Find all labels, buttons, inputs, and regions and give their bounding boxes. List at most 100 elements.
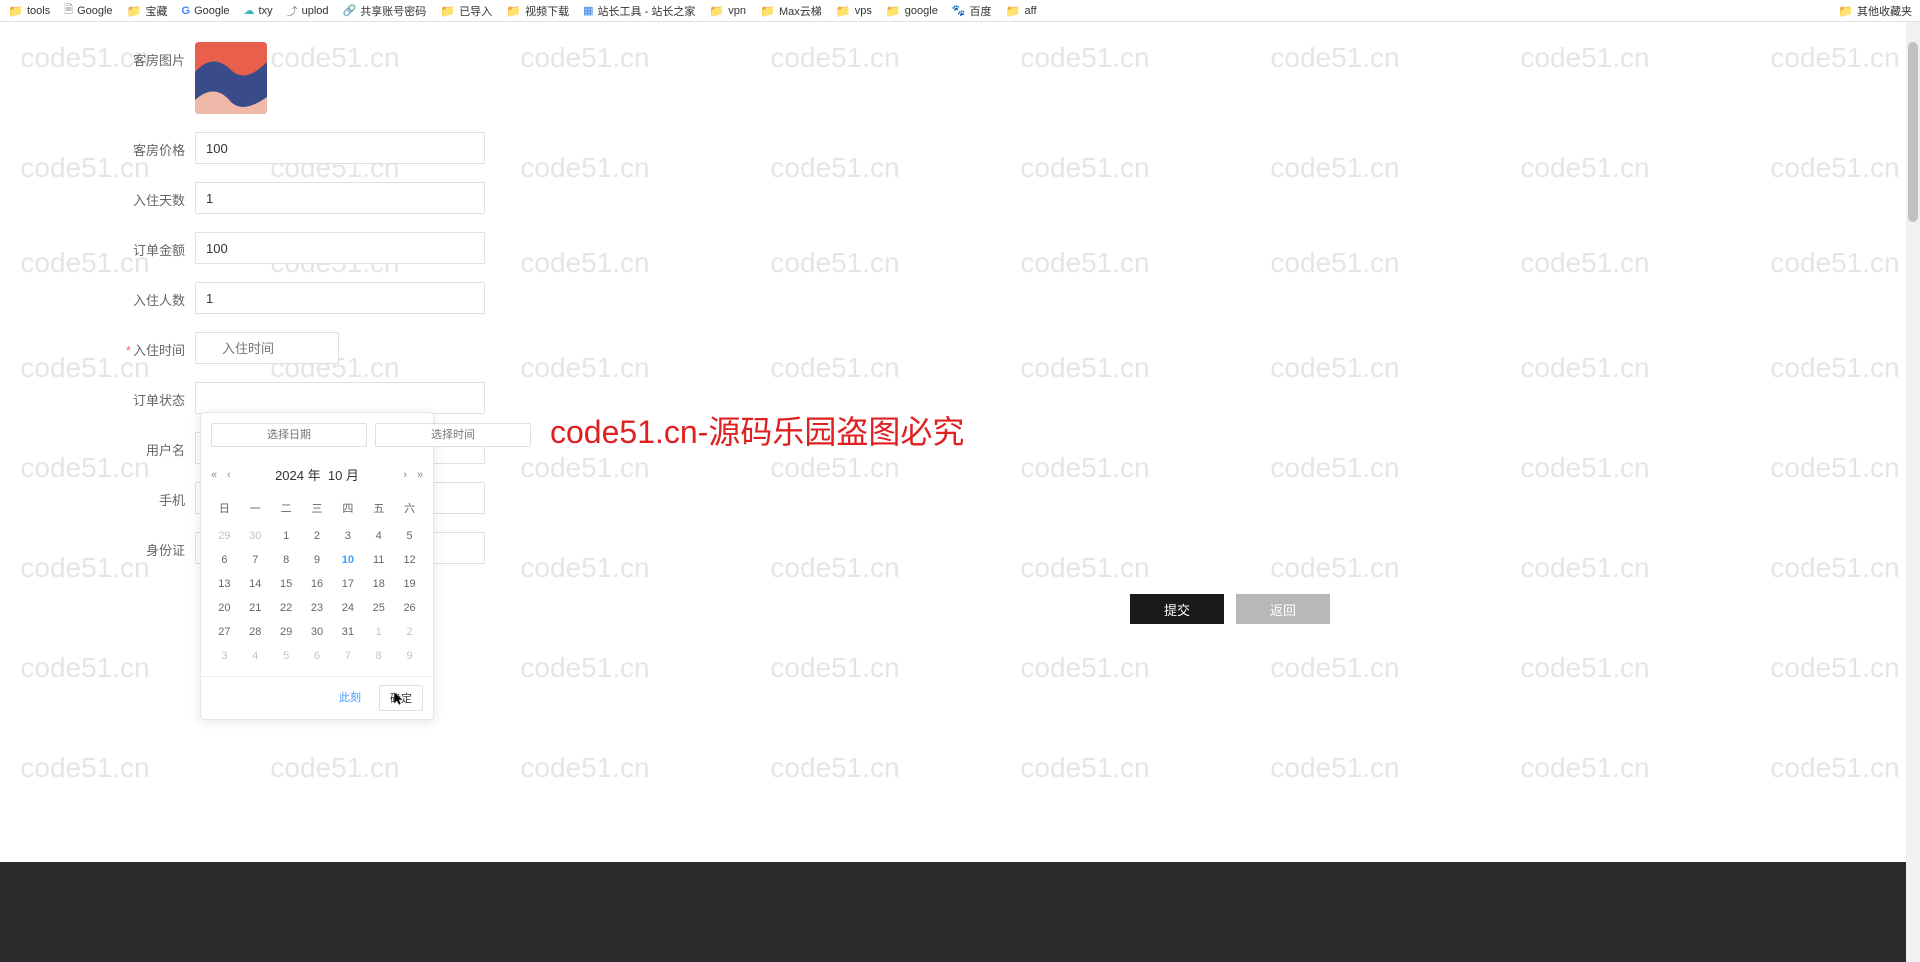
bookmark-item[interactable]: 📁Max云梯 [760, 1, 822, 20]
calendar-day[interactable]: 4 [363, 524, 394, 548]
calendar-day[interactable]: 28 [240, 620, 271, 644]
calendar-day[interactable]: 14 [240, 572, 271, 596]
calendar-day[interactable]: 20 [209, 596, 240, 620]
amount-label: 订单金额 [0, 232, 195, 259]
datepicker-time-field[interactable] [375, 423, 531, 447]
calendar-day[interactable]: 30 [240, 524, 271, 548]
calendar-day[interactable]: 26 [394, 596, 425, 620]
status-label: 订单状态 [0, 382, 195, 409]
calendar-day[interactable]: 7 [240, 548, 271, 572]
days-input[interactable] [195, 182, 485, 214]
people-input[interactable] [195, 282, 485, 314]
calendar-day[interactable]: 24 [332, 596, 363, 620]
calendar-day[interactable]: 10 [332, 548, 363, 572]
calendar-day[interactable]: 25 [363, 596, 394, 620]
calendar-day[interactable]: 15 [271, 572, 302, 596]
calendar-day[interactable]: 27 [209, 620, 240, 644]
next-year-icon[interactable]: » [417, 469, 423, 481]
calendar-day[interactable]: 18 [363, 572, 394, 596]
bookmark-item[interactable]: ☁txy [244, 1, 273, 20]
weekday-label: 一 [240, 496, 271, 520]
status-input[interactable] [195, 382, 485, 414]
calendar-day[interactable]: 19 [394, 572, 425, 596]
bookmark-item[interactable]: GGoogle [182, 1, 230, 20]
datepicker-weekdays: 日一二三四五六 [201, 492, 433, 524]
datepicker-title: 2024 年 10 月 [275, 465, 359, 484]
bookmark-item[interactable]: ⤴uplod [287, 1, 329, 20]
checkin-label: 入住时间 [0, 332, 195, 359]
calendar-day[interactable]: 31 [332, 620, 363, 644]
back-button[interactable]: 返回 [1236, 594, 1330, 624]
submit-button[interactable]: 提交 [1130, 594, 1224, 624]
calendar-day[interactable]: 5 [271, 644, 302, 668]
room-image-thumbnail[interactable] [195, 42, 267, 114]
calendar-day[interactable]: 12 [394, 548, 425, 572]
calendar-day[interactable]: 7 [332, 644, 363, 668]
bookmark-item[interactable]: 📁tools [8, 1, 50, 20]
datepicker-ok-button[interactable]: 确定 [379, 685, 423, 711]
calendar-day[interactable]: 1 [363, 620, 394, 644]
calendar-day[interactable]: 6 [302, 644, 333, 668]
calendar-day[interactable]: 21 [240, 596, 271, 620]
calendar-day[interactable]: 17 [332, 572, 363, 596]
calendar-day[interactable]: 2 [394, 620, 425, 644]
bookmark-item[interactable]: 📁google [886, 1, 938, 20]
calendar-day[interactable]: 1 [271, 524, 302, 548]
calendar-day[interactable]: 3 [332, 524, 363, 548]
calendar-day[interactable]: 29 [209, 524, 240, 548]
calendar-day[interactable]: 8 [363, 644, 394, 668]
bookmark-item[interactable]: 🐾百度 [952, 1, 992, 20]
calendar-day[interactable]: 16 [302, 572, 333, 596]
calendar-day[interactable]: 9 [394, 644, 425, 668]
page-footer [0, 862, 1906, 962]
weekday-label: 日 [209, 496, 240, 520]
calendar-day[interactable]: 30 [302, 620, 333, 644]
weekday-label: 六 [394, 496, 425, 520]
datepicker-date-field[interactable] [211, 423, 367, 447]
price-label: 客房价格 [0, 132, 195, 159]
prev-year-icon[interactable]: « [211, 469, 217, 481]
calendar-day[interactable]: 13 [209, 572, 240, 596]
calendar-day[interactable]: 4 [240, 644, 271, 668]
room-image-label: 客房图片 [0, 42, 195, 69]
people-label: 入住人数 [0, 282, 195, 309]
price-input[interactable] [195, 132, 485, 164]
prev-month-icon[interactable]: ‹ [227, 469, 231, 481]
calendar-day[interactable]: 29 [271, 620, 302, 644]
datepicker-days-grid: 2930123456789101112131415161718192021222… [201, 524, 433, 676]
bookmarks-bar: 📁tools 🗎Google 📁宝藏 GGoogle ☁txy ⤴uplod 🔗共享账号密码… [0, 0, 1920, 22]
bookmark-item[interactable]: ▦站长工具 - 站长之家 [583, 1, 695, 20]
idcard-label: 身份证 [0, 532, 195, 559]
calendar-day[interactable]: 6 [209, 548, 240, 572]
username-label: 用户名 [0, 432, 195, 459]
image-placeholder-icon [195, 42, 267, 114]
bookmark-item[interactable]: 🔗共享账号密码 [343, 1, 427, 20]
calendar-day[interactable]: 5 [394, 524, 425, 548]
calendar-day[interactable]: 11 [363, 548, 394, 572]
bookmark-item[interactable]: 📁其他收藏夹 [1838, 3, 1912, 19]
calendar-day[interactable]: 23 [302, 596, 333, 620]
bookmark-item[interactable]: 📁vps [836, 1, 872, 20]
calendar-day[interactable]: 2 [302, 524, 333, 548]
calendar-day[interactable]: 3 [209, 644, 240, 668]
calendar-day[interactable]: 22 [271, 596, 302, 620]
weekday-label: 二 [271, 496, 302, 520]
calendar-day[interactable]: 9 [302, 548, 333, 572]
days-label: 入住天数 [0, 182, 195, 209]
checkin-date-input[interactable] [195, 332, 339, 364]
bookmark-item[interactable]: 📁已导入 [440, 1, 492, 20]
bookmark-item[interactable]: 🗎Google [64, 1, 112, 20]
main-content: code51.cncode51.cncode51.cncode51.cncode… [0, 22, 1920, 962]
bookmark-item[interactable]: 📁宝藏 [127, 1, 168, 20]
cursor-icon [394, 692, 406, 709]
bookmark-item[interactable]: 📁aff [1006, 1, 1037, 20]
datepicker-now-button[interactable]: 此刻 [329, 685, 371, 711]
weekday-label: 四 [332, 496, 363, 520]
calendar-day[interactable]: 8 [271, 548, 302, 572]
phone-label: 手机 [0, 482, 195, 509]
bookmark-item[interactable]: 📁视频下载 [506, 1, 569, 20]
weekday-label: 三 [302, 496, 333, 520]
next-month-icon[interactable]: › [403, 469, 407, 481]
bookmark-item[interactable]: 📁vpn [709, 1, 746, 20]
amount-input[interactable] [195, 232, 485, 264]
